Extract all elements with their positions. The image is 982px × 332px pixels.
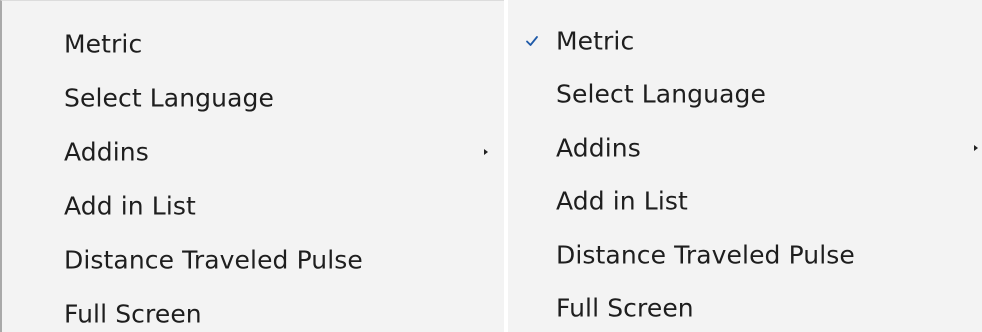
menu-item-addins[interactable]: Addins bbox=[508, 121, 982, 175]
menu-item-distance-traveled-pulse[interactable]: Distance Traveled Pulse bbox=[2, 233, 504, 287]
menu-item-label: Addins bbox=[556, 133, 641, 163]
menu-item-label: Distance Traveled Pulse bbox=[64, 245, 363, 275]
menu-item-add-in-list[interactable]: Add in List bbox=[2, 179, 504, 233]
checkmark-icon bbox=[526, 36, 538, 46]
menu-item-addins[interactable]: Addins bbox=[2, 125, 504, 179]
menu-item-label: Select Language bbox=[556, 79, 766, 109]
menu-item-label: Full Screen bbox=[556, 293, 694, 323]
menu-item-label: Add in List bbox=[64, 191, 196, 221]
menu-item-metric-checked[interactable]: Metric bbox=[508, 14, 982, 68]
menu-item-label: Metric bbox=[64, 29, 143, 59]
menu-item-select-language[interactable]: Select Language bbox=[508, 67, 982, 121]
submenu-arrow-icon bbox=[974, 145, 978, 151]
menu-item-label: Select Language bbox=[64, 83, 274, 113]
menu-item-full-screen[interactable]: Full Screen bbox=[508, 281, 982, 332]
screenshot-stage: Metric Select Language Addins Add in Lis… bbox=[0, 0, 982, 332]
menu-item-metric[interactable]: Metric bbox=[2, 17, 504, 71]
menu-item-label: Metric bbox=[556, 26, 635, 56]
context-menu-left: Metric Select Language Addins Add in Lis… bbox=[0, 0, 504, 332]
menu-item-label: Full Screen bbox=[64, 299, 202, 329]
menu-item-label: Addins bbox=[64, 137, 149, 167]
menu-item-select-language[interactable]: Select Language bbox=[2, 71, 504, 125]
menu-item-distance-traveled-pulse[interactable]: Distance Traveled Pulse bbox=[508, 228, 982, 282]
context-menu-right: Metric Select Language Addins Add in Lis… bbox=[508, 0, 982, 332]
menu-item-add-in-list[interactable]: Add in List bbox=[508, 174, 982, 228]
menu-item-label: Add in List bbox=[556, 186, 688, 216]
menu-item-full-screen[interactable]: Full Screen bbox=[2, 287, 504, 332]
menu-item-label: Distance Traveled Pulse bbox=[556, 240, 855, 270]
submenu-arrow-icon bbox=[484, 149, 488, 155]
